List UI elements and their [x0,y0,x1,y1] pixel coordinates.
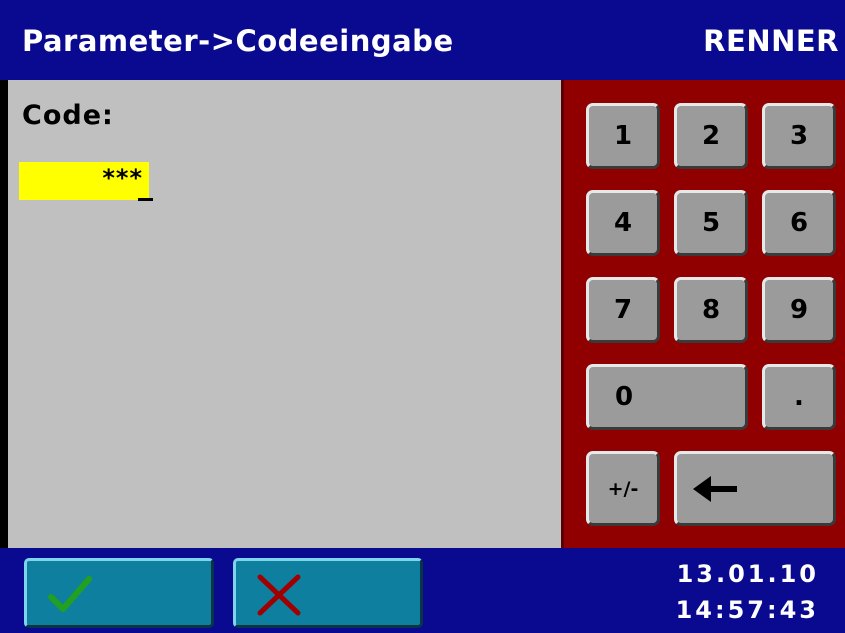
key-2[interactable]: 2 [674,103,748,169]
numeric-keypad: 1 2 3 4 5 6 7 8 9 0 . +/- [561,80,845,548]
key-0[interactable]: 0 [586,364,748,430]
left-arrow-icon [693,475,739,502]
brand-label: RENNER [703,24,839,58]
key-8[interactable]: 8 [674,277,748,343]
code-label: Code: [22,100,114,131]
cancel-button[interactable] [233,558,423,628]
date-display: 13.01.10 [676,560,819,588]
key-plus-minus[interactable]: +/- [586,451,660,526]
confirm-button[interactable] [24,558,214,628]
key-6[interactable]: 6 [762,190,836,256]
key-9[interactable]: 9 [762,277,836,343]
footer-bar: 13.01.10 14:57:43 [0,548,845,633]
code-input-value: *** [102,164,143,192]
content-panel: Code: *** [8,80,561,548]
key-7[interactable]: 7 [586,277,660,343]
backspace-key[interactable] [674,451,836,526]
key-4[interactable]: 4 [586,190,660,256]
x-cross-icon [257,574,301,616]
text-cursor [138,198,153,201]
key-1[interactable]: 1 [586,103,660,169]
key-decimal-point[interactable]: . [762,364,836,430]
time-display: 14:57:43 [675,596,819,624]
key-5[interactable]: 5 [674,190,748,256]
code-input[interactable]: *** [19,162,153,201]
page-title: Parameter->Codeeingabe [22,24,454,58]
checkmark-icon [48,576,92,612]
key-3[interactable]: 3 [762,103,836,169]
title-bar: Parameter->Codeeingabe RENNER [0,0,845,80]
